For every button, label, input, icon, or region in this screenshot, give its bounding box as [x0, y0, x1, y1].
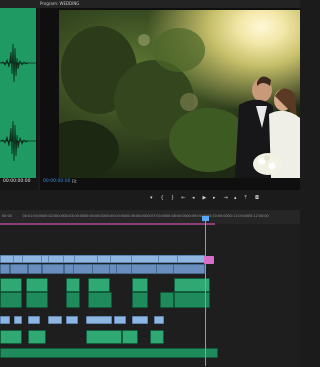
video-clip[interactable]	[156, 264, 174, 274]
video-clip[interactable]	[48, 255, 64, 263]
video-clip[interactable]	[114, 316, 126, 324]
audio-clip[interactable]	[28, 330, 46, 344]
audio-clip[interactable]	[0, 278, 22, 292]
video-clip[interactable]	[10, 264, 28, 274]
timeline-tracks	[0, 0, 300, 367]
audio-clip[interactable]	[66, 278, 80, 292]
audio-clip[interactable]	[0, 292, 22, 308]
playhead-handle[interactable]	[202, 216, 209, 221]
video-clip[interactable]	[154, 316, 164, 324]
audio-clip[interactable]	[132, 278, 148, 292]
video-clip[interactable]	[73, 264, 93, 274]
video-clip[interactable]	[28, 316, 40, 324]
video-clip[interactable]	[131, 264, 157, 274]
music-track-clip[interactable]	[0, 348, 218, 358]
video-clip[interactable]	[110, 255, 132, 263]
video-clip[interactable]	[0, 264, 10, 274]
video-clip[interactable]	[74, 255, 98, 263]
video-clip[interactable]	[116, 264, 132, 274]
playhead-line[interactable]	[205, 216, 206, 366]
video-clip[interactable]	[132, 316, 148, 324]
video-clip[interactable]	[158, 255, 178, 263]
video-clip[interactable]	[14, 316, 22, 324]
video-clip[interactable]	[92, 264, 110, 274]
video-clip[interactable]	[177, 255, 205, 263]
audio-clip[interactable]	[160, 292, 174, 308]
video-clip[interactable]	[0, 316, 10, 324]
audio-clip[interactable]	[66, 292, 80, 308]
video-clip[interactable]	[97, 255, 111, 263]
audio-clip[interactable]	[122, 330, 138, 344]
audio-clip[interactable]	[26, 278, 48, 292]
audio-clip[interactable]	[86, 330, 122, 344]
video-clip[interactable]	[48, 316, 62, 324]
video-clip[interactable]	[131, 255, 159, 263]
audio-clip[interactable]	[26, 292, 48, 308]
video-clip[interactable]	[86, 316, 112, 324]
audio-clip[interactable]	[0, 330, 22, 344]
video-clip[interactable]	[28, 264, 42, 274]
video-clip[interactable]	[0, 255, 14, 263]
video-clip[interactable]	[22, 255, 42, 263]
audio-clip[interactable]	[88, 292, 112, 308]
video-clip[interactable]	[66, 316, 78, 324]
audio-clip[interactable]	[150, 330, 164, 344]
audio-clip[interactable]	[88, 278, 110, 292]
video-clip[interactable]	[42, 264, 64, 274]
video-clip[interactable]	[173, 264, 205, 274]
audio-clip[interactable]	[132, 292, 148, 308]
